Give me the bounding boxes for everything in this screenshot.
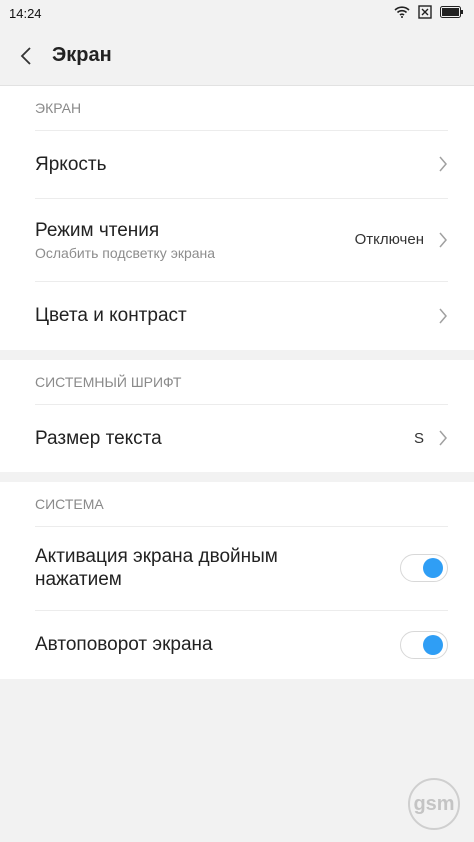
section-title-font: СИСТЕМНЫЙ ШРИФТ (35, 374, 182, 390)
row-double-tap-wake[interactable]: Активация экрана двойным нажатием (0, 526, 474, 610)
row-colors-contrast[interactable]: Цвета и контраст (0, 281, 474, 350)
section-divider (0, 350, 474, 360)
toggle-knob (423, 558, 443, 578)
wifi-icon (394, 5, 410, 21)
chevron-right-icon (439, 430, 447, 446)
row-label-double-tap: Активация экрана двойным нажатием (35, 546, 278, 590)
section-divider (0, 472, 474, 482)
row-sub-reading-mode: Ослабить подсветку экрана (35, 244, 216, 261)
status-bar: 14:24 (0, 0, 474, 26)
battery-icon (440, 5, 464, 21)
row-reading-mode[interactable]: Режим чтения Ослабить подсветку экрана О… (0, 198, 474, 281)
status-icons (394, 4, 464, 22)
back-button[interactable] (0, 26, 52, 86)
chevron-right-icon (439, 308, 447, 323)
text-size-value: S (413, 429, 424, 447)
reading-mode-value: Отключен (354, 231, 424, 248)
row-brightness[interactable]: Яркость (0, 130, 474, 198)
auto-rotate-toggle[interactable] (400, 630, 448, 659)
row-auto-rotate[interactable]: Автоповорот экрана (0, 610, 474, 679)
no-sim-icon (418, 4, 432, 22)
chevron-right-icon (439, 156, 447, 172)
header-bar: Экран (0, 26, 474, 86)
watermark-text: gsm (413, 792, 455, 815)
row-label-reading-mode: Режим чтения (35, 219, 160, 241)
section-screen: ЭКРАН Яркость Режим чтения Ослабить подс… (0, 86, 474, 350)
back-chevron-icon (20, 46, 31, 65)
section-title-screen: ЭКРАН (35, 100, 82, 116)
row-label-brightness: Яркость (35, 153, 107, 175)
row-label-colors: Цвета и контраст (35, 305, 187, 326)
watermark-logo: gsm (408, 778, 460, 830)
row-label-auto-rotate: Автоповорот экрана (35, 634, 213, 655)
row-text-size[interactable]: Размер текста S (0, 404, 474, 472)
toggle-knob (423, 634, 443, 655)
status-time: 14:24 (9, 5, 42, 21)
double-tap-toggle[interactable] (400, 554, 448, 582)
section-title-system: СИСТЕМА (35, 496, 104, 512)
section-system: СИСТЕМА Активация экрана двойным нажатие… (0, 482, 474, 679)
page-title: Экран (52, 44, 112, 66)
section-system-font: СИСТЕМНЫЙ ШРИФТ Размер текста S (0, 360, 474, 472)
chevron-right-icon (439, 232, 447, 247)
row-label-text-size: Размер текста (35, 427, 162, 449)
